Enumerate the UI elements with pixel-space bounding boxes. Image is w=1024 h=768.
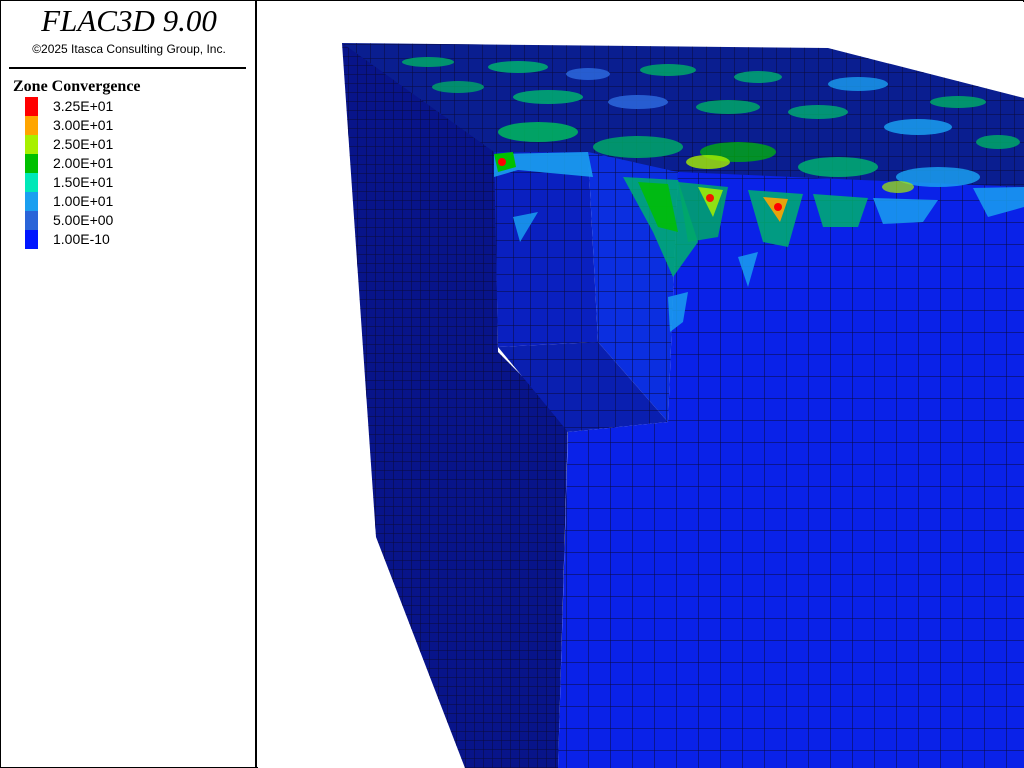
model-viewport[interactable] bbox=[258, 2, 1024, 768]
legend-swatch bbox=[25, 173, 38, 192]
legend-swatch bbox=[25, 230, 38, 249]
divider bbox=[9, 67, 246, 69]
legend-swatch bbox=[25, 154, 38, 173]
legend-swatch bbox=[25, 97, 38, 116]
legend-swatch bbox=[25, 192, 38, 211]
copyright-text: ©2025 Itasca Consulting Group, Inc. bbox=[32, 42, 226, 56]
legend-swatch bbox=[25, 135, 38, 154]
legend-item: 2.00E+01 bbox=[25, 154, 245, 173]
legend-item: 5.00E+00 bbox=[25, 211, 245, 230]
legend-item: 3.25E+01 bbox=[25, 97, 245, 116]
legend-label: 3.25E+01 bbox=[53, 98, 114, 114]
legend-swatch bbox=[25, 116, 38, 135]
legend-label: 1.50E+01 bbox=[53, 174, 114, 190]
legend-label: 3.00E+01 bbox=[53, 117, 114, 133]
legend-label: 5.00E+00 bbox=[53, 212, 114, 228]
legend-item: 3.00E+01 bbox=[25, 116, 245, 135]
legend-item: 1.00E-10 bbox=[25, 230, 245, 249]
legend-item: 2.50E+01 bbox=[25, 135, 245, 154]
legend-item: 1.00E+01 bbox=[25, 192, 245, 211]
legend-panel: FLAC3D 9.00 ©2025 Itasca Consulting Grou… bbox=[1, 1, 257, 767]
plot-window: FLAC3D 9.00 ©2025 Itasca Consulting Grou… bbox=[0, 0, 1024, 768]
legend-label: 2.50E+01 bbox=[53, 136, 114, 152]
legend-swatch bbox=[25, 211, 38, 230]
legend-item: 1.50E+01 bbox=[25, 173, 245, 192]
app-title: FLAC3D 9.00 bbox=[41, 3, 217, 38]
legend-label: 2.00E+01 bbox=[53, 155, 114, 171]
legend-title: Zone Convergence bbox=[13, 78, 141, 95]
legend-label: 1.00E-10 bbox=[53, 231, 110, 247]
legend-label: 1.00E+01 bbox=[53, 193, 114, 209]
